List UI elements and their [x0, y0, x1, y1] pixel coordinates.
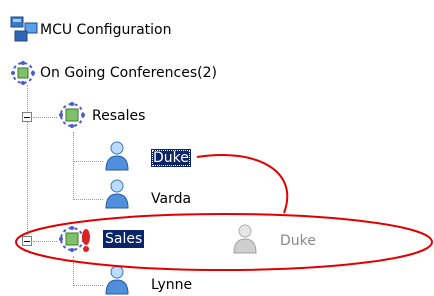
resales-label: Resales: [92, 108, 146, 124]
conference-alert-icon: [59, 226, 90, 252]
duke-label: Duke: [151, 149, 191, 167]
conference-icon: [59, 102, 85, 128]
participant-icon: [105, 179, 129, 209]
participant-icon: [105, 141, 129, 171]
tree-line-duke: [73, 161, 103, 162]
tree-line-resales-children: [73, 132, 74, 200]
participant-icon: [105, 265, 129, 295]
lynne-label: Lynne: [151, 277, 193, 293]
tree-node-ongoing-conferences[interactable]: On Going Conferences(2): [6, 56, 286, 90]
tree-node-participant-varda[interactable]: Varda: [102, 178, 212, 212]
participant-ghost-icon: [233, 224, 257, 254]
tree-node-participant-duke[interactable]: Duke: [102, 140, 212, 174]
tree-line-vertical-main: [27, 85, 28, 243]
tree-node-participant-lynne[interactable]: Lynne: [102, 262, 212, 296]
tree-line-resales: [33, 117, 57, 118]
tree-line-varda: [73, 199, 103, 200]
tree-node-resales[interactable]: Resales: [56, 98, 206, 132]
varda-label: Varda: [151, 191, 192, 207]
tree-line-lynne: [73, 285, 103, 286]
resales-collapse-toggle[interactable]: [22, 112, 32, 122]
sales-label: Sales: [103, 230, 145, 248]
drag-ghost-participant: Duke: [230, 223, 340, 257]
mcu-configuration-icon: [10, 16, 38, 42]
drag-ghost-label: Duke: [280, 233, 316, 249]
conferences-gear-icon: [11, 61, 35, 85]
tree-line-sales-children: [73, 256, 74, 286]
tree-line-sales: [33, 241, 57, 242]
tree-node-mcu-configuration[interactable]: MCU Configuration: [6, 12, 226, 48]
mcu-configuration-label: MCU Configuration: [40, 22, 172, 38]
ongoing-conferences-label: On Going Conferences(2): [40, 65, 217, 81]
tree-node-sales[interactable]: Sales: [56, 222, 196, 256]
sales-collapse-toggle[interactable]: [22, 236, 32, 246]
